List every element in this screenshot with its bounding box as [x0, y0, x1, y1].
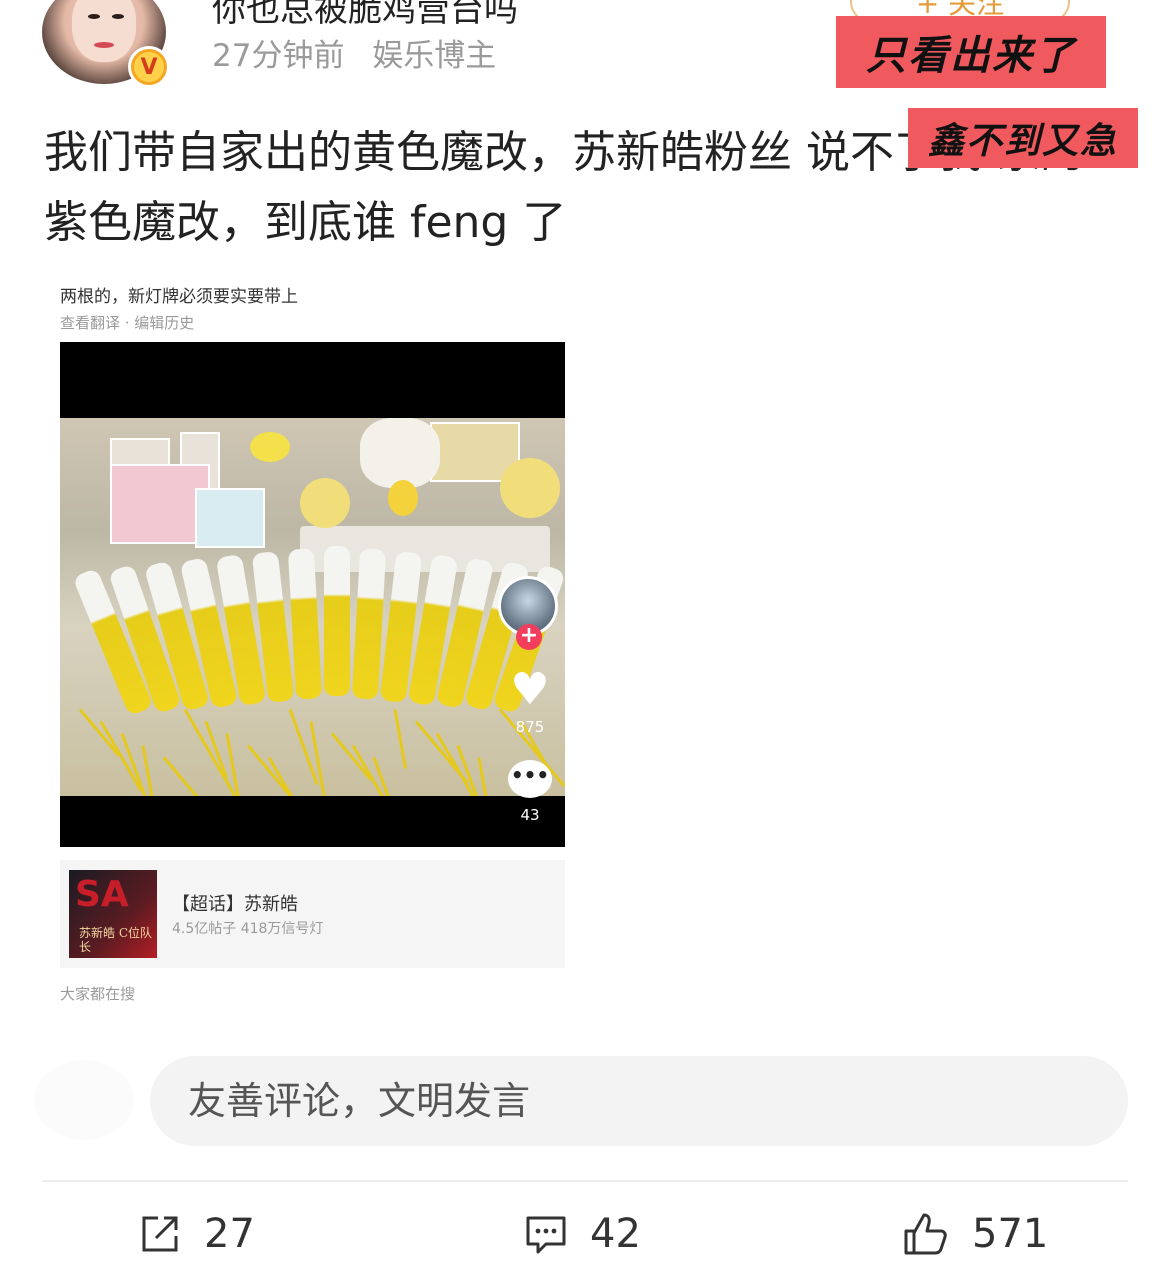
- lanyard-strap: [477, 757, 495, 796]
- avatar-lip: [94, 42, 114, 48]
- like-button[interactable]: 571: [902, 1206, 1048, 1262]
- yellow-figure: [388, 480, 418, 516]
- topic-stats: 4.5亿帖子 418万信号灯: [172, 921, 324, 937]
- viewer-avatar: [34, 1060, 134, 1140]
- divider: [42, 1180, 1128, 1182]
- like-count: 571: [972, 1211, 1049, 1257]
- embedded-video[interactable]: + ♥ 875 ••• 43: [60, 342, 565, 847]
- video-like-count: 875: [515, 718, 545, 736]
- sticker-caption-top: 只看出来了: [836, 16, 1106, 88]
- topic-cover-text: 苏新皓 C位队长: [79, 926, 152, 954]
- follow-plus-icon[interactable]: +: [516, 624, 542, 650]
- video-comment-count: 43: [520, 806, 540, 824]
- glowstick: [324, 546, 350, 696]
- topic-card[interactable]: SA 苏新皓 C位队长 【超话】苏新皓 4.5亿帖子 418万信号灯: [60, 860, 565, 968]
- plush-toy: [360, 418, 440, 488]
- lanyard-strap: [309, 721, 330, 796]
- share-count: 27: [204, 1211, 255, 1257]
- search-hint: 大家都在搜: [60, 985, 136, 1003]
- avatar-eye: [112, 14, 124, 19]
- author-role: 娱乐博主: [372, 38, 497, 74]
- avatar-eye: [88, 14, 100, 19]
- comment-input[interactable]: 友善评论，文明发言: [150, 1056, 1128, 1146]
- embedded-screenshot[interactable]: 两根的，新灯牌必须要实要带上 查看翻译 · 编辑历史 + ♥ 875 ••• 4…: [56, 280, 570, 1010]
- heart-icon[interactable]: ♥: [508, 668, 552, 712]
- comment-icon: [526, 1216, 566, 1254]
- post-meta: 27分钟前 娱乐博主: [212, 30, 496, 75]
- flower: [250, 432, 290, 462]
- topic-cover-image: SA 苏新皓 C位队长: [69, 870, 157, 958]
- poster-image: [195, 488, 265, 548]
- topic-title: 【超话】苏新皓: [172, 894, 298, 915]
- video-scene-image: [60, 418, 565, 796]
- flower: [500, 458, 560, 518]
- comment-bubble-icon[interactable]: •••: [508, 760, 552, 798]
- topic-cover-glyph: SA: [75, 874, 129, 915]
- embedded-cut-text: 两根的，新灯牌必须要实要带上: [60, 287, 298, 307]
- share-button[interactable]: 27: [138, 1206, 255, 1262]
- comment-count: 42: [590, 1211, 641, 1257]
- embedded-links: 查看翻译 · 编辑历史: [60, 314, 195, 332]
- author-name[interactable]: 你也总被脆鸡营台吗: [212, 0, 518, 31]
- share-icon: [142, 1216, 178, 1252]
- avatar-face: [72, 0, 136, 62]
- thumbs-up-icon: [904, 1213, 947, 1255]
- lanyard-strap: [393, 709, 407, 769]
- sticker-caption-middle: 鑫不到又急: [908, 108, 1138, 168]
- lanyard-strap: [330, 732, 372, 781]
- lanyard-strap: [351, 744, 395, 796]
- flower: [300, 478, 350, 528]
- lanyard-strap: [99, 720, 143, 792]
- post-time: 27分钟前: [212, 38, 345, 74]
- verified-badge-icon: V: [128, 46, 170, 88]
- lanyard-strap: [162, 756, 217, 796]
- lanyard-strap: [78, 708, 120, 757]
- comment-button[interactable]: 42: [524, 1206, 641, 1262]
